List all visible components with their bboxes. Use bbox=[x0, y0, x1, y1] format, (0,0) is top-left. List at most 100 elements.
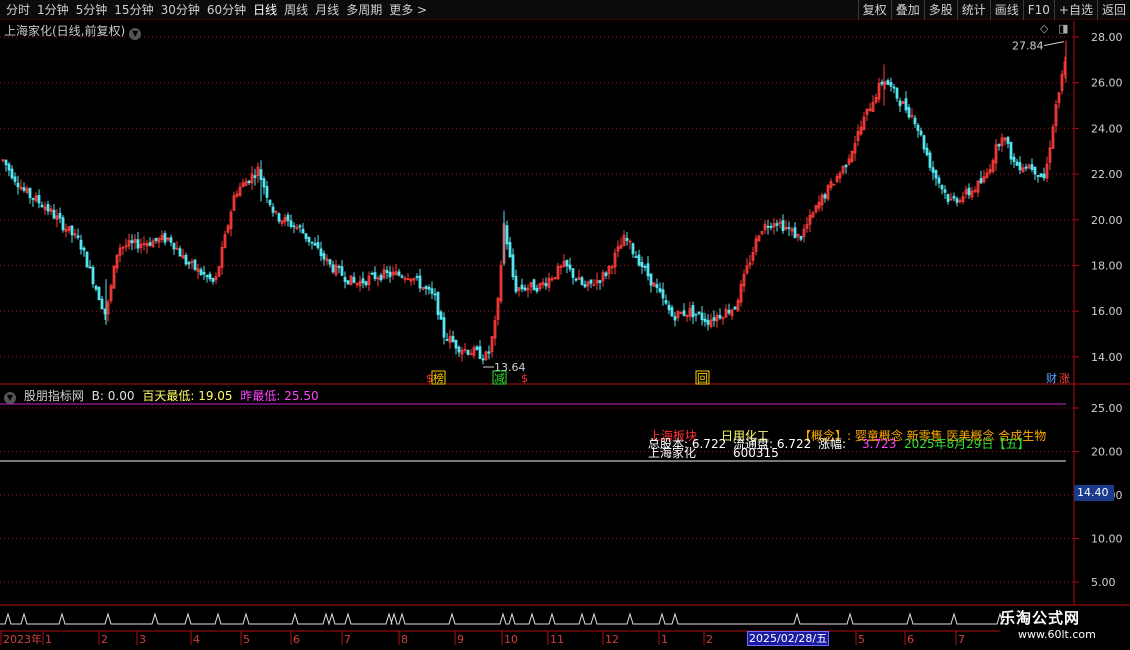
candle-body bbox=[328, 259, 332, 265]
candle-body bbox=[904, 98, 908, 111]
candle-body bbox=[172, 242, 176, 250]
candle-body bbox=[7, 163, 11, 171]
high-price-label: 27.84 bbox=[1012, 40, 1044, 53]
candle-body bbox=[205, 275, 209, 278]
candle-body bbox=[76, 235, 80, 238]
candle-body bbox=[793, 227, 797, 239]
candle-body bbox=[442, 317, 446, 338]
y-tick-label: 24.00 bbox=[1091, 122, 1123, 135]
date-tick-label: 2023年 bbox=[3, 632, 42, 646]
panel-toggle-icon[interactable]: ◨ bbox=[1058, 22, 1068, 35]
candle-body bbox=[163, 233, 167, 243]
candle-body bbox=[571, 268, 575, 278]
candle-body bbox=[475, 346, 479, 350]
candle-body bbox=[136, 239, 140, 249]
y-tick-label: 14.00 bbox=[1091, 351, 1123, 364]
candle-body bbox=[289, 220, 293, 227]
candle-body bbox=[997, 144, 1001, 147]
event-marker[interactable]: 减 bbox=[494, 372, 505, 385]
candle-body bbox=[625, 237, 629, 241]
candle-body bbox=[154, 237, 158, 241]
date-tick-label: 6 bbox=[907, 633, 914, 646]
stock-code: 600315 bbox=[733, 446, 779, 460]
candle-body bbox=[202, 271, 206, 275]
chevron-down-icon[interactable]: ▼ bbox=[4, 392, 16, 404]
event-marker[interactable]: 回 bbox=[697, 372, 708, 385]
candle-body bbox=[253, 175, 257, 179]
candle-body bbox=[31, 197, 35, 200]
candle-body bbox=[298, 225, 302, 228]
candle-body bbox=[265, 186, 269, 198]
candle-body bbox=[634, 256, 638, 258]
candle-body bbox=[97, 287, 101, 301]
candle-body bbox=[130, 240, 134, 244]
candle-body bbox=[1006, 137, 1010, 144]
candle-body bbox=[712, 317, 716, 321]
high-price-pointer bbox=[1043, 41, 1065, 47]
candle-body bbox=[565, 259, 569, 267]
event-marker[interactable]: $ bbox=[521, 372, 528, 385]
candle-body bbox=[88, 266, 92, 269]
candle-body bbox=[952, 195, 956, 199]
candle-body bbox=[682, 310, 686, 316]
y-tick-label: 22.00 bbox=[1091, 168, 1123, 181]
candle-body bbox=[424, 286, 428, 289]
candle-body bbox=[979, 178, 983, 184]
kline-chart[interactable]: 28.00 26.00 24.00 22.00 20.00 18.00 16.00 14.00… bbox=[0, 0, 1130, 650]
candle-body bbox=[775, 223, 779, 226]
y-tick-label: 20.00 bbox=[1091, 446, 1123, 459]
chevron-down-icon[interactable]: ▼ bbox=[129, 28, 142, 40]
date-tick-label: 4 bbox=[193, 633, 200, 646]
candle-body bbox=[511, 254, 515, 278]
date-tick-label: 10 bbox=[504, 633, 518, 646]
candle-body bbox=[913, 117, 917, 125]
candle-body bbox=[568, 264, 572, 270]
candle-body bbox=[880, 81, 884, 85]
candle-body bbox=[718, 314, 722, 319]
y-tick-label: 20.00 bbox=[1091, 214, 1123, 227]
candle-body bbox=[922, 135, 926, 150]
event-marker[interactable]: 榜 bbox=[433, 371, 444, 385]
candle-body bbox=[727, 309, 731, 314]
current-value-badge: 14.40 bbox=[1074, 485, 1114, 501]
candle-body bbox=[649, 273, 653, 286]
candle-body bbox=[52, 209, 56, 219]
candle-body bbox=[436, 291, 440, 316]
candle-body bbox=[37, 194, 41, 204]
candle-body bbox=[100, 298, 104, 310]
candle-body bbox=[508, 241, 512, 258]
candle-body bbox=[1033, 166, 1037, 175]
candle-body bbox=[169, 237, 173, 243]
date-tick-label: 7 bbox=[958, 633, 965, 646]
candle-body bbox=[691, 305, 695, 318]
candle-body bbox=[1042, 173, 1046, 179]
date-tick-label: 7 bbox=[344, 633, 351, 646]
candle-body bbox=[445, 339, 449, 341]
candle-body bbox=[370, 272, 374, 275]
candle-body bbox=[667, 304, 671, 311]
event-marker[interactable]: 财 bbox=[1046, 371, 1057, 385]
candle-body bbox=[211, 278, 215, 282]
date-tick-label: 12 bbox=[605, 633, 619, 646]
selected-date-label: 2025/02/28/五 bbox=[747, 631, 830, 646]
candle-body bbox=[631, 243, 635, 255]
candle-body bbox=[907, 107, 911, 118]
stock-name: 上海家化 bbox=[648, 446, 697, 460]
candle-body bbox=[82, 247, 86, 251]
indicator-prevlow-value: 25.50 bbox=[284, 389, 319, 403]
candle-body bbox=[946, 194, 950, 202]
indicator-name[interactable]: 股朋指标网 bbox=[24, 389, 84, 403]
candle-body bbox=[694, 313, 698, 316]
candle-body bbox=[916, 124, 920, 131]
candle-body bbox=[733, 306, 737, 310]
diamond-icon[interactable]: ◇ bbox=[1040, 22, 1048, 35]
candle-body bbox=[373, 272, 377, 279]
candle-body bbox=[886, 80, 890, 85]
candle-body bbox=[301, 228, 305, 234]
candle-body bbox=[580, 277, 584, 285]
date-tick-label: 6 bbox=[293, 633, 300, 646]
event-marker[interactable]: 涨 bbox=[1059, 372, 1070, 385]
candle-body bbox=[4, 159, 8, 166]
candle-body bbox=[967, 187, 971, 196]
candle-body bbox=[316, 242, 320, 249]
